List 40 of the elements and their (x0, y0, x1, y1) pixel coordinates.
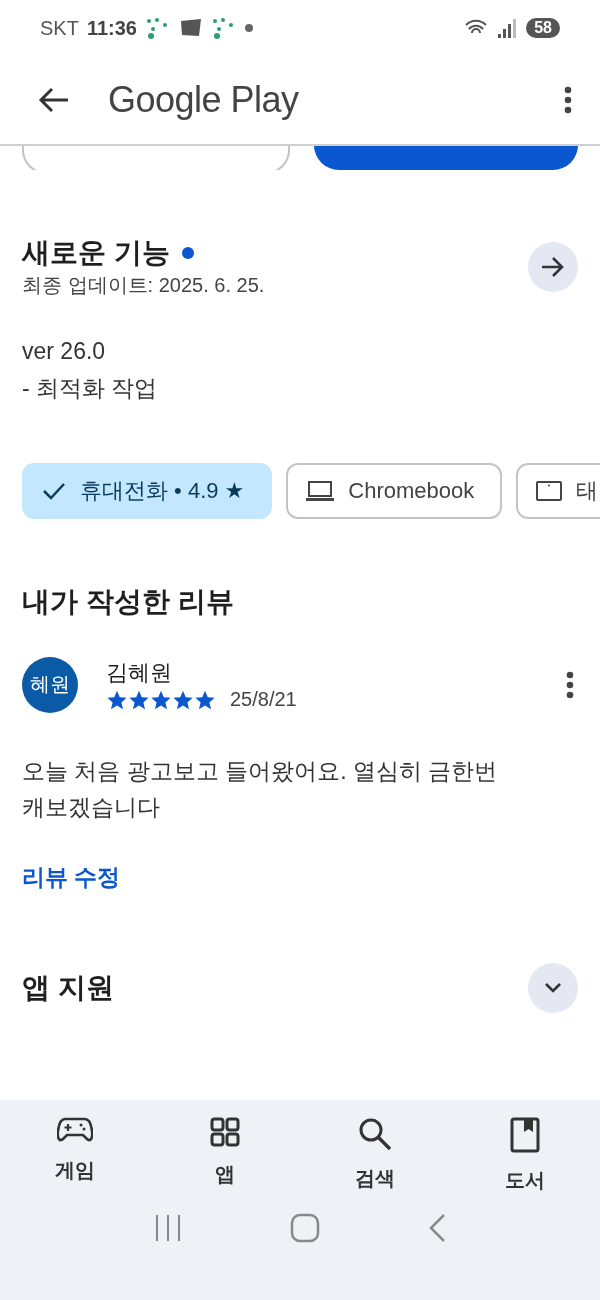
gamepad-icon (57, 1117, 93, 1143)
app-bar-title: Google Play (108, 79, 300, 121)
signal-icon (498, 18, 519, 38)
new-indicator-dot (181, 247, 194, 259)
nav-tab[interactable]: 검색 (300, 1116, 450, 1195)
release-notes: - 최적화 작업 (22, 373, 159, 403)
open-button[interactable] (528, 241, 578, 292)
section-title: 앱 지원 (22, 971, 114, 1006)
back-icon[interactable] (428, 1213, 446, 1243)
more-icon (564, 86, 572, 114)
review-text: 오늘 처음 광고보고 들어왔어요. 열심히 금한번 캐보겠습니다 (22, 756, 499, 823)
recent-apps-icon[interactable] (154, 1214, 182, 1242)
apps-grid-icon (210, 1117, 240, 1147)
tablet-icon (536, 480, 563, 501)
version-text: ver 26.0 (22, 337, 107, 366)
nav-tab[interactable]: 게임 (0, 1116, 150, 1195)
device-chip[interactable]: Chromebook (286, 462, 503, 519)
edit-review-link[interactable]: 리뷰 수정 (22, 864, 121, 891)
arrow-right-icon (541, 255, 565, 278)
update-date: 최종 업데이트: 2025. 6. 25. (22, 274, 265, 296)
book-icon (510, 1117, 540, 1153)
nav-tab[interactable]: 도서 (450, 1116, 600, 1195)
more-icon (566, 670, 574, 699)
battery-level: 58 (526, 18, 560, 38)
clock: 11:36 (86, 16, 137, 40)
avatar: 혜원 (22, 656, 78, 713)
carrier: SKT (40, 16, 79, 40)
dot-icon (244, 24, 253, 32)
expand-button[interactable] (528, 963, 578, 1014)
home-icon[interactable] (290, 1213, 320, 1243)
device-chip[interactable]: 휴대전화 • 4.9 ★ (22, 462, 273, 519)
review-date: 25/8/21 (230, 688, 297, 712)
reviewer-name: 김혜원 (106, 660, 172, 686)
section-title: 내가 작성한 리뷰 (22, 585, 234, 617)
nav-tab[interactable]: 앱 (150, 1116, 300, 1195)
laptop-icon (306, 479, 335, 502)
device-chip[interactable]: 태 (516, 462, 600, 519)
search-icon (358, 1117, 392, 1151)
section-title: 새로운 기능 (22, 236, 170, 270)
app-notification-icon (178, 18, 203, 38)
